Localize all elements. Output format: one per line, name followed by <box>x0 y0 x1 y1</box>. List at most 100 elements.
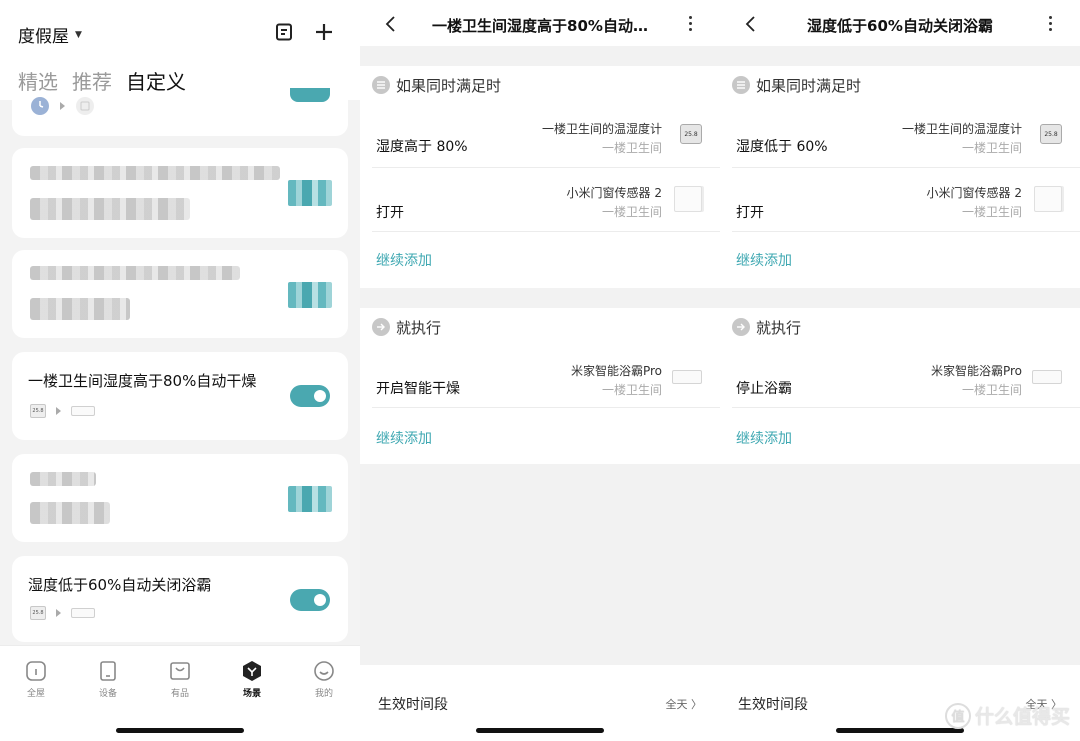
condition-label: 打开 <box>736 205 764 221</box>
home-icon <box>26 661 46 681</box>
bath-heater-icon <box>672 370 702 384</box>
back-icon[interactable] <box>382 14 400 34</box>
scene-card[interactable]: 湿度低于60%自动关闭浴霸 25.8 <box>12 556 348 642</box>
scene-list-pane: 度假屋 ▼ 精选 推荐 自定义 一楼卫生间湿度高于80%自动干燥 25.8 湿度… <box>0 0 360 741</box>
scene-flow <box>30 96 95 116</box>
scene-tabs: 精选 推荐 自定义 <box>18 66 186 95</box>
page-title: 一楼卫生间湿度高于80%自动… <box>432 17 648 35</box>
nav-shop[interactable]: 有品 <box>150 660 210 699</box>
detail-header: 一楼卫生间湿度高于80%自动… <box>360 0 720 46</box>
home-name: 度假屋 <box>18 27 69 47</box>
redacted-flow <box>30 198 190 220</box>
nav-profile[interactable]: 我的 <box>294 660 354 699</box>
door-sensor-icon <box>1034 186 1062 212</box>
arrow-right-circle-icon <box>372 318 390 336</box>
device-icon <box>76 97 94 115</box>
scene-toggle[interactable] <box>290 88 330 102</box>
redacted-title <box>30 472 96 486</box>
thermo-hygrometer-icon: 25.8 <box>1040 124 1062 144</box>
thermo-hygrometer-icon: 25.8 <box>680 124 702 144</box>
arrow-right-icon <box>60 102 65 110</box>
effective-time-label: 生效时间段 <box>738 697 808 713</box>
action-row[interactable]: 停止浴霸 米家智能浴霸Pro 一楼卫生间 <box>720 344 1080 408</box>
redacted-title <box>30 266 240 280</box>
home-selector[interactable]: 度假屋 ▼ <box>18 22 82 47</box>
arrow-right-icon <box>56 609 61 617</box>
device-name: 小米门窗传感器 2 <box>566 186 662 200</box>
condition-label: 湿度低于 60% <box>736 139 828 155</box>
room-name: 一楼卫生间 <box>961 141 1022 155</box>
bath-heater-icon <box>71 406 95 416</box>
room-name: 一楼卫生间 <box>601 383 662 397</box>
add-condition-button[interactable]: 继续添加 <box>736 250 792 270</box>
back-icon[interactable] <box>742 14 760 34</box>
scene-toggle[interactable] <box>290 385 330 407</box>
add-condition-button[interactable]: 继续添加 <box>376 250 432 270</box>
list-icon <box>372 76 390 94</box>
device-icon <box>100 661 116 681</box>
add-icon[interactable] <box>310 18 338 46</box>
condition-section: 如果同时满足时 湿度低于 60% 一楼卫生间的温湿度计 一楼卫生间 25.8 打… <box>720 66 1080 288</box>
condition-row[interactable]: 打开 小米门窗传感器 2 一楼卫生间 <box>360 168 720 232</box>
condition-row[interactable]: 湿度低于 60% 一楼卫生间的温湿度计 一楼卫生间 25.8 <box>720 104 1080 168</box>
scene-toggle[interactable] <box>288 180 332 206</box>
condition-label: 湿度高于 80% <box>376 139 468 155</box>
device-name: 米家智能浴霸Pro <box>570 364 662 378</box>
more-icon[interactable] <box>1046 16 1054 32</box>
bath-heater-icon <box>1032 370 1062 384</box>
scene-name: 一楼卫生间湿度高于80%自动干燥 <box>28 372 257 390</box>
scene-toggle[interactable] <box>290 589 330 611</box>
scene-card-partial[interactable] <box>12 88 348 136</box>
scene-name: 湿度低于60%自动关闭浴霸 <box>28 576 212 594</box>
condition-row[interactable]: 湿度高于 80% 一楼卫生间的温湿度计 一楼卫生间 25.8 <box>360 104 720 168</box>
scene-toggle[interactable] <box>288 282 332 308</box>
redacted-title <box>30 166 280 180</box>
bath-heater-icon <box>71 608 95 618</box>
caret-down-icon: ▼ <box>75 29 82 40</box>
scene-icon <box>243 661 261 681</box>
arrow-right-icon <box>56 407 61 415</box>
action-label: 停止浴霸 <box>736 381 792 397</box>
watermark: 值 什么值得买 <box>944 702 1070 729</box>
effective-time-value: 全天 〉 <box>665 698 703 711</box>
device-name: 米家智能浴霸Pro <box>930 364 1022 378</box>
home-indicator[interactable] <box>476 728 604 733</box>
device-name: 小米门窗传感器 2 <box>926 186 1022 200</box>
nav-scenes[interactable]: 场景 <box>222 660 282 699</box>
tab-featured[interactable]: 精选 <box>18 66 58 95</box>
effective-time-label: 生效时间段 <box>378 697 448 713</box>
list-icon <box>732 76 750 94</box>
nav-home[interactable]: 全屋 <box>6 660 66 699</box>
add-action-button[interactable]: 继续添加 <box>736 428 792 448</box>
scene-toggle[interactable] <box>288 486 332 512</box>
add-action-button[interactable]: 继续添加 <box>376 428 432 448</box>
condition-header: 如果同时满足时 <box>372 74 501 96</box>
action-label: 开启智能干燥 <box>376 381 460 397</box>
redacted-flow <box>30 502 110 524</box>
log-icon[interactable] <box>270 18 298 46</box>
condition-label: 打开 <box>376 205 404 221</box>
more-icon[interactable] <box>686 16 694 32</box>
scene-detail-pane: 一楼卫生间湿度高于80%自动… 如果同时满足时 湿度高于 80% 一楼卫生间的温… <box>360 0 720 741</box>
tab-recommended[interactable]: 推荐 <box>72 66 112 95</box>
scene-card-redacted[interactable] <box>12 250 348 338</box>
thermo-hygrometer-icon: 25.8 <box>30 404 46 418</box>
scene-detail-pane: 湿度低于60%自动关闭浴霸 如果同时满足时 湿度低于 60% 一楼卫生间的温湿度… <box>720 0 1080 741</box>
tab-custom[interactable]: 自定义 <box>126 66 186 95</box>
page-title: 湿度低于60%自动关闭浴霸 <box>807 17 993 35</box>
room-name: 一楼卫生间 <box>601 141 662 155</box>
scene-card-redacted[interactable] <box>12 454 348 542</box>
condition-section: 如果同时满足时 湿度高于 80% 一楼卫生间的温湿度计 一楼卫生间 25.8 打… <box>360 66 720 288</box>
action-section: 就执行 停止浴霸 米家智能浴霸Pro 一楼卫生间 继续添加 <box>720 308 1080 464</box>
watermark-logo-icon: 值 <box>944 702 971 729</box>
scene-card[interactable]: 一楼卫生间湿度高于80%自动干燥 25.8 <box>12 352 348 440</box>
nav-devices[interactable]: 设备 <box>78 660 138 699</box>
shop-icon <box>170 662 190 680</box>
scene-card-redacted[interactable] <box>12 148 348 238</box>
action-header: 就执行 <box>732 316 801 338</box>
home-indicator[interactable] <box>116 728 244 733</box>
action-row[interactable]: 开启智能干燥 米家智能浴霸Pro 一楼卫生间 <box>360 344 720 408</box>
action-header: 就执行 <box>372 316 441 338</box>
condition-row[interactable]: 打开 小米门窗传感器 2 一楼卫生间 <box>720 168 1080 232</box>
scene-flow: 25.8 <box>30 404 95 418</box>
